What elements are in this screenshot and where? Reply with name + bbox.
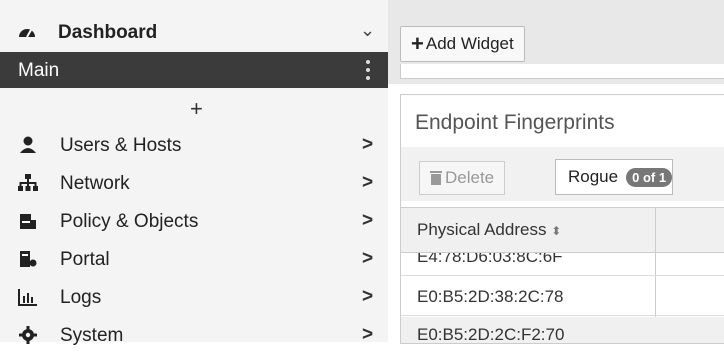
rogue-filter-label: Rogue [568,167,619,186]
add-widget-button[interactable]: + Add Widget [400,26,525,62]
table-row[interactable]: E0:B5:2D:38:2C:78 [401,277,724,316]
trash-icon [430,171,442,185]
endpoint-fingerprints-widget: Endpoint Fingerprints Delete Rogue 0 of … [400,94,724,344]
sidebar-item-portal[interactable]: Portal > [0,240,388,278]
table-header: Physical Address ⬍ [401,207,724,253]
table-row[interactable]: E0:B5:2D:2C:F2:70 [401,317,724,344]
kebab-menu-icon[interactable] [365,60,371,80]
plus-icon: + [411,31,424,56]
delete-label: Delete [445,168,495,187]
sidebar-item-network[interactable]: Network > [0,164,388,202]
network-icon [18,174,38,191]
gear-icon [19,326,37,344]
dashboard-header[interactable]: Dashboard ⌄ [0,18,388,48]
table-row[interactable]: E4:78:D6:03:8C:6F [401,253,724,276]
chevron-down-icon[interactable]: ⌄ [360,20,375,41]
sidebar-item-logs[interactable]: Logs > [0,278,388,316]
tab-main-label: Main [18,60,60,81]
delete-button[interactable]: Delete [419,161,506,195]
chevron-right-icon: > [362,134,374,155]
user-icon [20,136,36,153]
dashboard-toolbar: + Add Widget [388,0,724,84]
portal-icon [20,251,37,267]
widget-title: Endpoint Fingerprints [415,111,615,134]
rogue-count-badge: 0 of 1 [626,167,673,187]
add-dashboard-button[interactable]: + [0,96,388,124]
sidebar-item-system[interactable]: System > [0,316,388,354]
chevron-right-icon: > [362,324,374,345]
dashboard-label: Dashboard [58,22,158,43]
logs-icon [18,289,37,306]
column-header-physical-address[interactable]: Physical Address ⬍ [417,220,561,240]
policy-icon [20,214,36,229]
chevron-right-icon: > [362,172,374,193]
sidebar-item-label: System [60,325,124,346]
dashboard-icon [19,29,35,38]
previous-widget-edge [400,64,724,79]
main-content: + Add Widget Endpoint Fingerprints Delet… [388,0,724,344]
plus-icon: + [190,96,203,121]
sidebar-item-label: Policy & Objects [60,211,199,232]
add-widget-label: Add Widget [425,34,514,53]
chevron-right-icon: > [362,286,374,307]
cell-physical-address: E0:B5:2D:2C:F2:70 [417,325,565,344]
sidebar: Dashboard ⌄ Main + Users & Hosts > Netwo… [0,0,388,346]
chevron-right-icon: > [362,248,374,269]
cell-physical-address: E0:B5:2D:38:2C:78 [417,287,564,306]
sidebar-item-policy-objects[interactable]: Policy & Objects > [0,202,388,240]
sidebar-item-users-hosts[interactable]: Users & Hosts > [0,126,388,164]
sidebar-item-label: Network [60,173,130,194]
chevron-right-icon: > [362,210,374,231]
tab-main[interactable]: Main [0,52,388,88]
sidebar-item-label: Users & Hosts [60,135,182,156]
sidebar-item-label: Portal [60,249,110,270]
sidebar-item-label: Logs [60,287,102,308]
sort-icon: ⬍ [551,224,562,238]
rogue-filter-button[interactable]: Rogue 0 of 1 [555,159,674,195]
cell-physical-address: E4:78:D6:03:8C:6F [417,253,563,266]
